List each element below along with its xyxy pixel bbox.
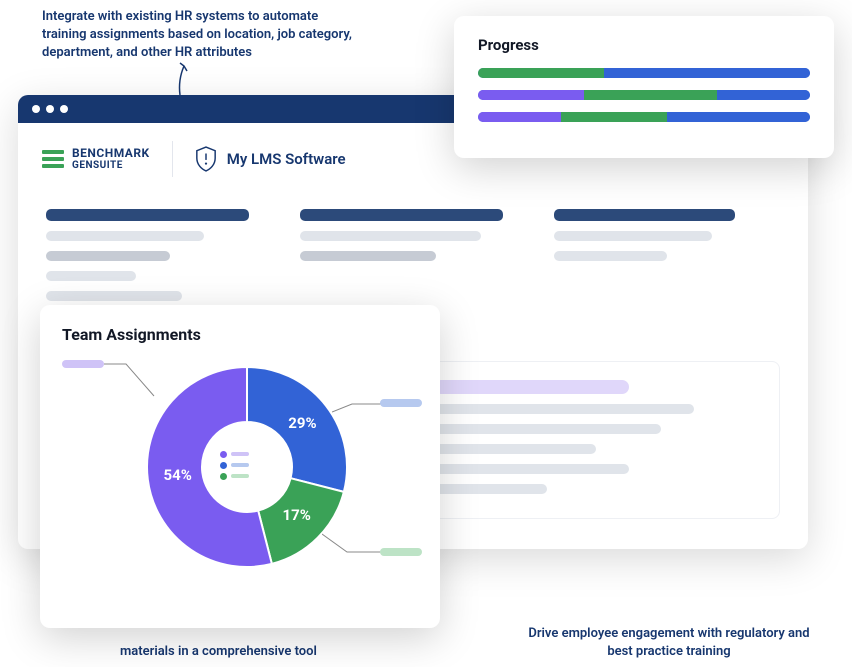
brand-logo: BENCHMARK GENSUITE <box>42 147 150 171</box>
chart-callout <box>380 548 422 556</box>
pct-label: 17% <box>282 506 310 524</box>
skeleton-bar <box>300 231 481 241</box>
progress-bar <box>478 68 810 78</box>
skeleton-bar <box>46 271 136 281</box>
pct-label: 29% <box>288 414 316 432</box>
skeleton-bar <box>554 231 712 241</box>
legend-item <box>220 473 249 480</box>
chart-callout <box>62 360 104 368</box>
chart-callout <box>380 399 422 407</box>
header-divider <box>172 141 173 177</box>
donut-chart: 54% 29% 17% <box>62 352 418 602</box>
progress-segment <box>717 90 810 100</box>
skeleton-bar <box>46 291 182 301</box>
logo-line1: BENCHMARK <box>72 146 150 160</box>
skeleton-col <box>46 209 272 301</box>
skeleton-bar <box>46 209 249 221</box>
annotation-materials: materials in a comprehensive tool <box>120 643 317 661</box>
progress-segment <box>667 112 810 122</box>
card <box>414 362 780 518</box>
app-title: My LMS Software <box>195 146 346 172</box>
donut-legend-center <box>220 440 270 490</box>
annotation-hr-integration: Integrate with existing HR systems to au… <box>42 8 362 63</box>
progress-bar <box>478 90 810 100</box>
arrow-icon <box>160 60 200 100</box>
skeleton-col <box>300 209 526 301</box>
skeleton-bar <box>300 209 503 221</box>
team-title: Team Assignments <box>62 325 418 344</box>
legend-item <box>220 451 249 458</box>
progress-bars <box>478 68 810 122</box>
skeleton-col <box>554 209 780 301</box>
legend-item <box>220 462 249 469</box>
annotation-engagement: Drive employee engagement with regulator… <box>524 625 814 661</box>
skeleton-bar <box>434 424 662 434</box>
progress-segment <box>604 68 810 78</box>
skeleton-bar <box>434 464 629 474</box>
card-tag <box>434 380 629 394</box>
logo-text: BENCHMARK GENSUITE <box>72 147 150 171</box>
app-title-text: My LMS Software <box>227 150 346 168</box>
window-dot <box>32 105 40 113</box>
progress-segment <box>561 112 667 122</box>
logo-line2: GENSUITE <box>72 160 150 171</box>
skeleton-bar <box>46 251 170 261</box>
skeleton-bar <box>554 209 735 221</box>
progress-segment <box>478 112 561 122</box>
logo-mark-icon <box>42 150 64 168</box>
window-dot <box>46 105 54 113</box>
progress-title: Progress <box>478 36 810 54</box>
pct-label: 54% <box>164 466 192 484</box>
skeleton-bar <box>434 404 694 414</box>
skeleton-bar <box>554 251 667 261</box>
skeleton-bar <box>434 484 548 494</box>
skeleton-bar <box>46 231 204 241</box>
progress-segment <box>584 90 717 100</box>
window-dot <box>60 105 68 113</box>
progress-segment <box>478 68 604 78</box>
progress-bar <box>478 112 810 122</box>
skeleton-bar <box>300 251 436 261</box>
progress-segment <box>478 90 584 100</box>
shield-alert-icon <box>195 146 217 172</box>
team-assignments-card: Team Assignments 54% 29% 17% <box>40 305 440 628</box>
skeleton-bar <box>434 444 597 454</box>
progress-card: Progress <box>454 16 834 158</box>
